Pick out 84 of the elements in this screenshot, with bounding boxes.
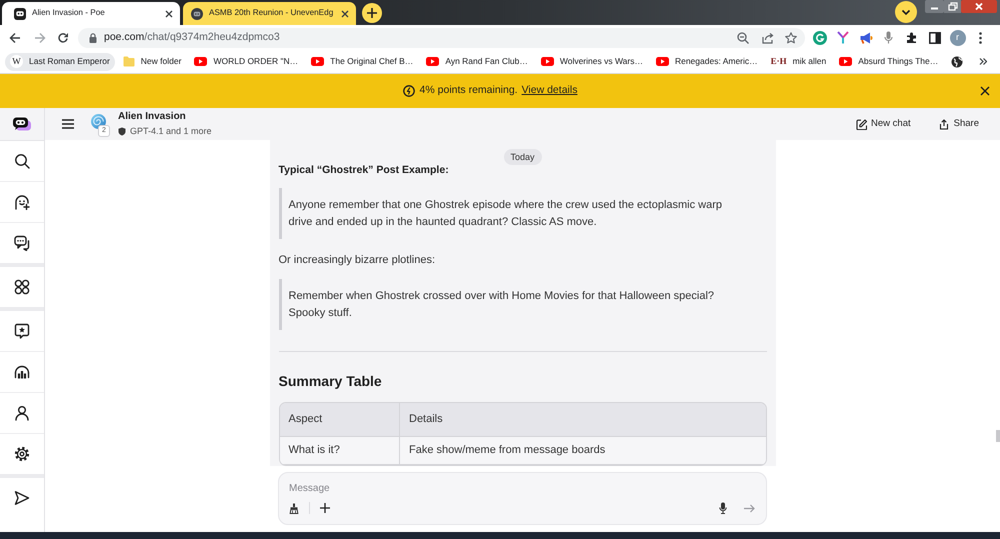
back-icon[interactable] [9,32,21,44]
search-icon[interactable] [14,153,30,169]
puzzle-piece-icon[interactable] [906,32,918,44]
bookmark-link[interactable]: W Last Roman Emperor [5,52,115,70]
scrollbar-thumb[interactable] [996,430,1000,442]
banner-text: 4% points remaining. View details [420,83,578,98]
side-panel-icon[interactable] [928,32,940,44]
section-heading: Typical “Ghostrek” Post Example: [278,163,450,178]
dome-bars-icon[interactable] [14,364,30,380]
send-icon[interactable] [14,490,30,506]
play-button-icon [311,57,324,66]
quote-block: Anyone remember that one Ghostrek episode where the crew used the ectoplasmic warp drive and ended up in the haunted quadrant? Classic AS move. [278,188,736,239]
bookmark-link[interactable]: E·H mik allen [766,52,832,70]
more-icon[interactable] [979,32,982,44]
plus-icon[interactable] [320,503,330,513]
y-shape-logo-icon[interactable] [836,31,848,44]
close-icon[interactable] [165,10,173,18]
arrow-right-icon[interactable] [744,504,755,512]
play-button-icon [839,57,852,66]
bot-face-icon [14,8,26,20]
bookmark-link[interactable]: New folder [118,52,186,70]
reload-icon[interactable] [57,32,69,44]
edit-icon [856,118,868,130]
brush-icon[interactable] [289,502,299,514]
bookmark-link[interactable]: The Original Chef B… [306,52,418,70]
star-bubble-icon[interactable] [14,323,30,339]
new-chat-button[interactable]: New chat [856,116,911,132]
bookmark-link[interactable]: Absurd Things The… [834,52,944,70]
plus-icon[interactable] [362,3,382,23]
browser-tab[interactable]: ASMB 20th Reunion - UnevenEdg [183,2,356,25]
chat-bubbles-icon[interactable] [14,235,30,251]
bookmark-link[interactable]: Renegades: Americ… [650,52,763,70]
close-icon[interactable] [980,86,990,96]
round-logo-icon [191,8,203,20]
folder-icon [122,56,135,67]
shield-icon [118,126,126,136]
share-icon [938,118,949,130]
letter-logo-icon: W [10,55,23,68]
bot-logo-icon[interactable] [12,116,32,132]
close-icon[interactable] [961,0,997,13]
lock-icon [89,32,97,42]
quote-block: Remember when Ghostrek crossed over with Home Movies for that Halloween special? Spooky stuff. [278,279,736,330]
circle-logo-icon[interactable] [812,30,826,44]
column-header: Details [400,403,766,436]
star-icon[interactable] [785,32,797,44]
bookmark-link[interactable]: WORLD ORDER "N… [189,52,304,70]
message-input[interactable]: Message [289,481,756,495]
four-circles-icon[interactable] [14,279,30,295]
bot-list-text[interactable]: GPT-4.1 and 1 more [130,125,212,137]
play-button-icon [656,57,669,66]
play-button-icon [194,57,208,66]
play-button-icon [426,57,440,66]
share-icon[interactable] [762,32,774,44]
bolt-circle-icon [402,85,415,97]
globe-icon [951,56,964,68]
chat-title: Alien Invasion [118,111,187,123]
column-header: Aspect [280,403,400,436]
table-title: Summary Table [278,372,383,391]
restore-icon[interactable] [944,0,961,13]
minimize-icon[interactable] [925,0,944,13]
browser-tab[interactable]: Alien Invasion - Poe [2,2,180,25]
date-chip: Today [503,149,542,165]
megaphone-icon[interactable] [858,32,872,44]
paragraph-text: Or increasingly bizarre plotlines: [278,253,436,268]
url-text: poe.com/chat/q9374m2heu4zdpmco3 [104,30,280,45]
play-button-icon [540,57,554,66]
table-cell: Fake show/meme from message boards [400,436,766,464]
bookmark-link[interactable]: Ayn Rand Fan Club… [421,52,533,70]
view-details-link[interactable]: View details [522,84,578,96]
letter-logo-icon: E·H [770,56,787,67]
person-icon[interactable] [14,405,30,421]
chevron-down-icon[interactable] [895,1,917,23]
close-icon[interactable] [341,10,349,18]
table-cell: What is it? [280,436,400,464]
microphone-icon[interactable] [719,502,727,514]
double-chevron-icon[interactable] [979,58,987,65]
menu-icon[interactable] [62,119,74,129]
share-button[interactable]: Share [938,116,979,132]
face-plus-icon[interactable] [14,194,30,210]
bookmark-link[interactable]: Wolverines vs Wars… [536,52,648,70]
zoom-out-icon[interactable] [737,32,749,44]
composer-box[interactable]: Message [278,472,767,525]
settings-icon[interactable] [14,446,30,462]
address-bar[interactable]: poe.com/chat/q9374m2heu4zdpmco3 [78,28,805,48]
